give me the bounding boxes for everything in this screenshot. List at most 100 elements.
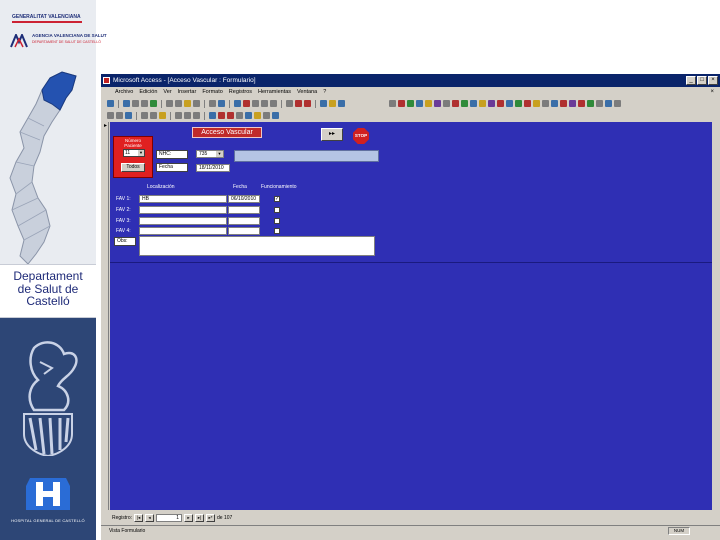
fav3-funcionamiento-checkbox[interactable] bbox=[274, 218, 280, 224]
tool-icon-26[interactable] bbox=[614, 100, 621, 107]
tool-icon-14[interactable] bbox=[506, 100, 513, 107]
format-icon-14[interactable] bbox=[245, 112, 252, 119]
preview-icon[interactable] bbox=[141, 100, 148, 107]
tool-icon-6[interactable] bbox=[434, 100, 441, 107]
fav1-fecha-input[interactable]: 06/10/2010 bbox=[228, 195, 260, 203]
tool-icon-22[interactable] bbox=[578, 100, 585, 107]
tool-icon-16[interactable] bbox=[524, 100, 531, 107]
menu-formato[interactable]: Formato bbox=[202, 87, 222, 97]
format-icon-9[interactable] bbox=[193, 112, 200, 119]
tool-icon-18[interactable] bbox=[542, 100, 549, 107]
cut-icon[interactable] bbox=[166, 100, 173, 107]
fav2-funcionamiento-checkbox[interactable] bbox=[274, 207, 280, 213]
spelling-icon[interactable] bbox=[150, 100, 157, 107]
nhc-combo[interactable]: 735 ▼ bbox=[196, 150, 224, 158]
filter-selection-icon[interactable] bbox=[252, 100, 259, 107]
format-icon-2[interactable] bbox=[116, 112, 123, 119]
chevron-down-icon[interactable]: ▼ bbox=[216, 151, 223, 157]
menu-edicion[interactable]: Edición bbox=[139, 87, 157, 97]
todos-button[interactable]: Todos bbox=[121, 163, 145, 172]
tool-icon-7[interactable] bbox=[443, 100, 450, 107]
menu-ventana[interactable]: Ventana bbox=[297, 87, 317, 97]
access-app-icon[interactable] bbox=[103, 77, 110, 84]
help-icon[interactable] bbox=[338, 100, 345, 107]
format-icon-7[interactable] bbox=[175, 112, 182, 119]
menu-herramientas[interactable]: Herramientas bbox=[258, 87, 291, 97]
format-icon-11[interactable] bbox=[218, 112, 225, 119]
patient-number-combo[interactable]: 11 ▼ bbox=[123, 149, 145, 157]
format-painter-icon[interactable] bbox=[193, 100, 200, 107]
tool-icon-21[interactable] bbox=[569, 100, 576, 107]
document-close-button[interactable]: × bbox=[710, 87, 714, 97]
format-icon-17[interactable] bbox=[272, 112, 279, 119]
tool-icon-5[interactable] bbox=[425, 100, 432, 107]
next-record-button[interactable]: ▸▸ bbox=[321, 128, 343, 141]
tool-icon-1[interactable] bbox=[389, 100, 396, 107]
format-icon-3[interactable] bbox=[125, 112, 132, 119]
last-record-button[interactable]: ▸| bbox=[195, 513, 205, 522]
format-icon-5[interactable] bbox=[150, 112, 157, 119]
fav4-localizacion-input[interactable] bbox=[139, 227, 227, 235]
tool-icon-23[interactable] bbox=[587, 100, 594, 107]
tool-icon-25[interactable] bbox=[605, 100, 612, 107]
tool-icon-15[interactable] bbox=[515, 100, 522, 107]
stop-button[interactable]: STOP bbox=[353, 128, 369, 144]
database-window-icon[interactable] bbox=[320, 100, 327, 107]
sort-asc-icon[interactable] bbox=[234, 100, 241, 107]
fav2-fecha-input[interactable] bbox=[228, 206, 260, 214]
print-icon[interactable] bbox=[132, 100, 139, 107]
tool-icon-13[interactable] bbox=[497, 100, 504, 107]
tool-icon-8[interactable] bbox=[452, 100, 459, 107]
menu-ver[interactable]: Ver bbox=[163, 87, 171, 97]
filter-form-icon[interactable] bbox=[261, 100, 268, 107]
first-record-button[interactable]: |◂ bbox=[134, 513, 144, 522]
tool-icon-3[interactable] bbox=[407, 100, 414, 107]
record-selector[interactable]: ▸ bbox=[103, 122, 109, 510]
format-icon-1[interactable] bbox=[107, 112, 114, 119]
menu-registros[interactable]: Registros bbox=[229, 87, 252, 97]
format-icon-15[interactable] bbox=[254, 112, 261, 119]
new-object-icon[interactable] bbox=[329, 100, 336, 107]
fav3-localizacion-input[interactable] bbox=[139, 217, 227, 225]
tool-icon-4[interactable] bbox=[416, 100, 423, 107]
next-record-nav-button[interactable]: ▸ bbox=[184, 513, 194, 522]
format-icon-16[interactable] bbox=[263, 112, 270, 119]
record-number-input[interactable]: 1 bbox=[156, 513, 183, 522]
menu-insertar[interactable]: Insertar bbox=[178, 87, 197, 97]
find-icon[interactable] bbox=[286, 100, 293, 107]
fav1-funcionamiento-checkbox[interactable]: ✓ bbox=[274, 196, 280, 202]
new-record-nav-button[interactable]: ▸* bbox=[206, 513, 216, 522]
format-icon-8[interactable] bbox=[184, 112, 191, 119]
chevron-down-icon[interactable]: ▼ bbox=[138, 150, 144, 156]
undo-icon[interactable] bbox=[209, 100, 216, 107]
hyperlink-icon[interactable] bbox=[218, 100, 225, 107]
sort-desc-icon[interactable] bbox=[243, 100, 250, 107]
format-icon-4[interactable] bbox=[141, 112, 148, 119]
menu-ayuda[interactable]: ? bbox=[323, 87, 326, 97]
save-icon[interactable] bbox=[123, 100, 130, 107]
copy-icon[interactable] bbox=[175, 100, 182, 107]
fav1-localizacion-input[interactable]: HB bbox=[139, 195, 227, 203]
new-record-icon[interactable] bbox=[295, 100, 302, 107]
menu-archivo[interactable]: Archivo bbox=[115, 87, 133, 97]
obs-textarea[interactable] bbox=[139, 236, 375, 256]
format-icon-12[interactable] bbox=[227, 112, 234, 119]
tool-icon-2[interactable] bbox=[398, 100, 405, 107]
fav2-localizacion-input[interactable] bbox=[139, 206, 227, 214]
close-button[interactable]: × bbox=[708, 76, 718, 85]
format-icon-13[interactable] bbox=[236, 112, 243, 119]
tool-icon-17[interactable] bbox=[533, 100, 540, 107]
format-icon-10[interactable] bbox=[209, 112, 216, 119]
tool-icon-20[interactable] bbox=[560, 100, 567, 107]
tool-icon-19[interactable] bbox=[551, 100, 558, 107]
format-icon-6[interactable] bbox=[159, 112, 166, 119]
maximize-button[interactable]: □ bbox=[697, 76, 707, 85]
delete-record-icon[interactable] bbox=[304, 100, 311, 107]
tool-icon-12[interactable] bbox=[488, 100, 495, 107]
fav3-fecha-input[interactable] bbox=[228, 217, 260, 225]
minimize-button[interactable]: _ bbox=[686, 76, 696, 85]
tool-icon-9[interactable] bbox=[461, 100, 468, 107]
tool-icon-10[interactable] bbox=[470, 100, 477, 107]
tool-icon-11[interactable] bbox=[479, 100, 486, 107]
patient-name-field[interactable] bbox=[234, 150, 379, 162]
